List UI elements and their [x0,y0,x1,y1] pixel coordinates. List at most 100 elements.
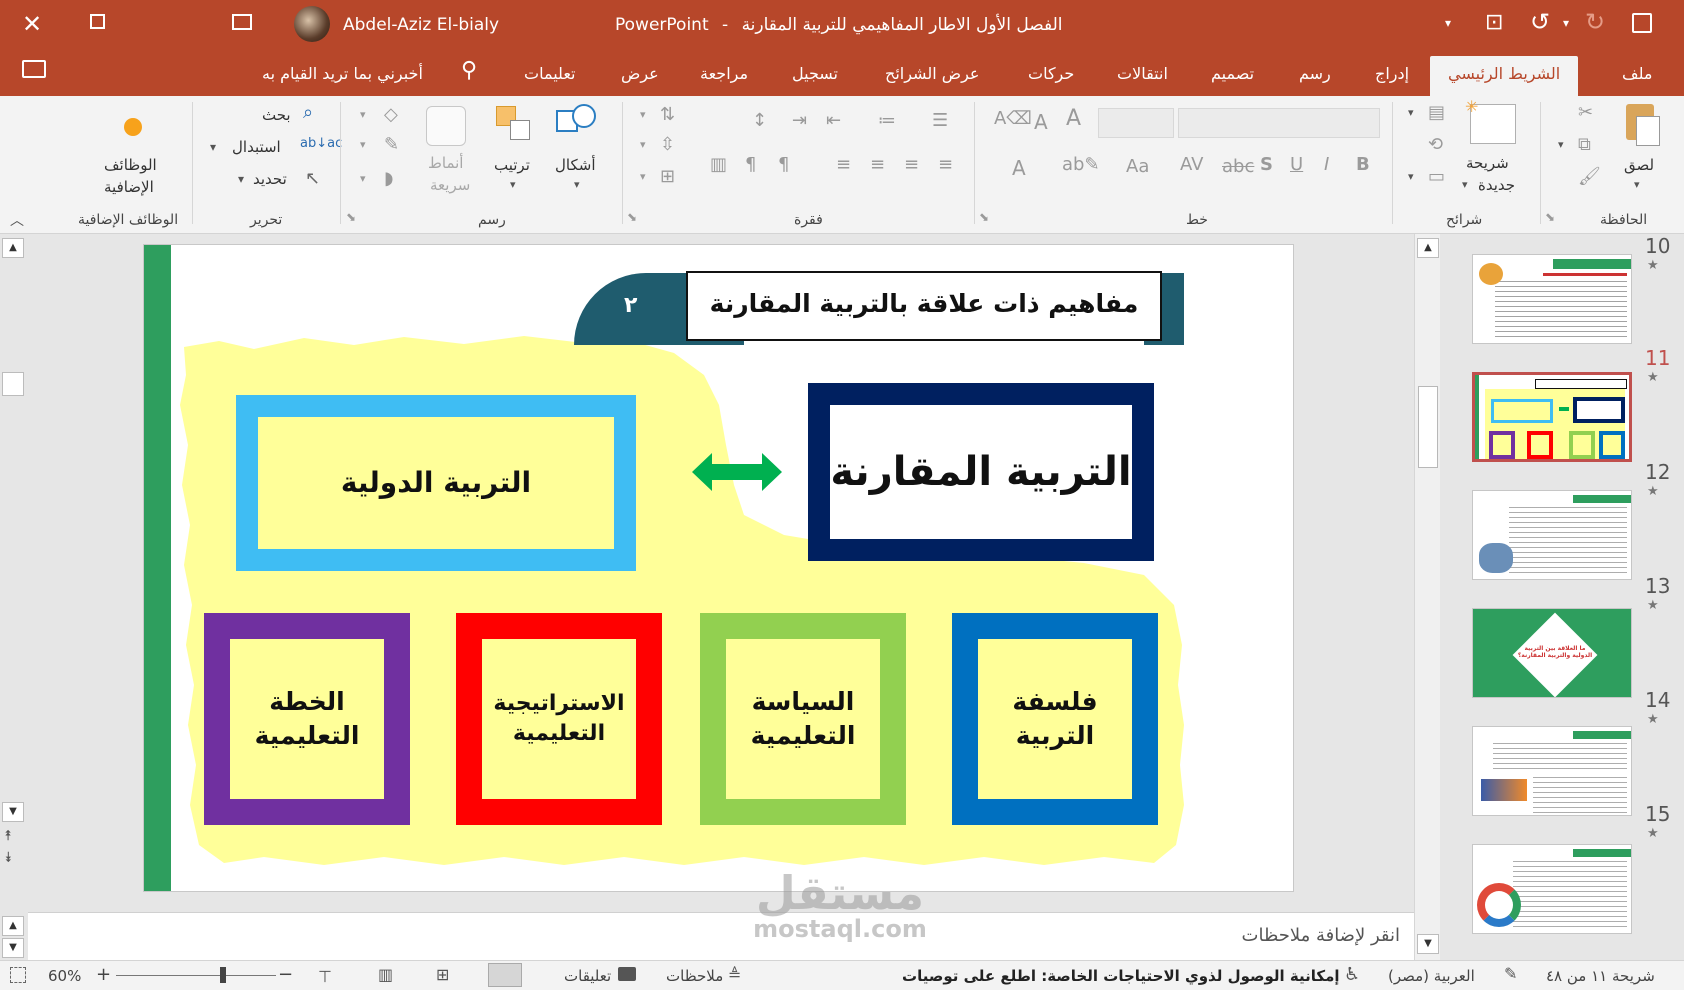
font-name-input[interactable] [1178,108,1380,138]
close-icon[interactable]: ✕ [22,10,42,38]
dialog-launcher-icon[interactable]: ⬊ [979,210,989,224]
ltr-icon[interactable]: ¶ [745,154,756,175]
presenter-icon[interactable]: ⊡ [1485,10,1503,35]
italic-icon[interactable]: I [1324,154,1329,175]
increase-font-icon[interactable]: A [1066,106,1081,131]
align-right-icon[interactable]: ≡ [938,154,953,175]
accessibility-icon[interactable]: ♿ [1344,964,1360,985]
addins-label-2[interactable]: الإضافية [104,178,154,196]
tell-me-search[interactable]: أخبرني بما تريد القيام به [262,64,423,83]
shapes-icon[interactable] [556,104,600,144]
shapes-button[interactable]: أشكال [555,156,596,174]
new-slide-icon[interactable]: ✳ [1465,97,1516,144]
dialog-launcher-icon[interactable]: ⬊ [1545,210,1555,224]
arrange-dropdown-icon[interactable]: ▾ [510,178,516,191]
dropdown-icon[interactable]: ▾ [360,172,366,185]
tab-home[interactable]: الشريط الرئيسي [1430,56,1579,96]
tab-review[interactable]: مراجعة [700,64,748,83]
paste-dropdown-icon[interactable]: ▾ [1634,178,1640,191]
section-icon[interactable]: ▭ [1428,166,1445,187]
highlight-icon[interactable]: ab✎ [1062,154,1100,175]
arrange-button[interactable]: ترتيب [494,156,530,174]
tab-file[interactable]: ملف [1622,64,1652,83]
dialog-launcher-icon[interactable]: ⬊ [627,210,637,224]
layout-icon[interactable]: ▤ [1428,102,1445,123]
slideshow-view-icon[interactable]: ⊤ [318,967,332,986]
scroll-up-icon[interactable]: ▲ [1417,238,1439,258]
dropdown-icon[interactable]: ▾ [360,138,366,151]
dropdown-icon[interactable]: ▾ [1408,170,1414,183]
paste-button[interactable]: لصق [1624,156,1654,174]
avatar[interactable] [294,6,330,42]
align-left-icon[interactable]: ≡ [870,154,885,175]
new-slide-label-1[interactable]: شريحة [1466,154,1509,172]
font-color-icon[interactable]: A [1012,156,1026,180]
replace-icon[interactable]: ab↓ac [300,136,342,151]
slide-canvas[interactable]: ٢ مفاهيم ذات علاقة بالتربية المقارنة الت… [143,244,1294,892]
collapse-ribbon-icon[interactable]: ︿ [10,210,24,230]
comments-status-icon[interactable] [618,967,636,981]
format-painter-icon[interactable]: 🖌 [1578,166,1601,187]
slide-thumbnail-current[interactable] [1472,372,1632,462]
decrease-indent-icon[interactable]: ⇤ [826,110,841,131]
addins-label-1[interactable]: الوظائف [104,156,157,174]
shape-outline-icon[interactable]: ✎ [384,134,399,155]
save-icon[interactable] [1632,13,1652,33]
change-case-icon[interactable]: Aa [1126,156,1149,177]
minimize-ribbon-display-icon[interactable] [232,14,252,30]
select-button[interactable]: تحديد [253,170,287,188]
decrease-font-icon[interactable]: A [1034,110,1048,134]
zoom-slider[interactable] [116,975,276,976]
columns-icon[interactable]: ▥ [710,154,727,175]
zoom-out-icon[interactable]: − [278,964,293,985]
scroll-down-icon[interactable]: ▼ [1417,934,1439,954]
new-slide-label-2[interactable]: جديدة [1478,176,1515,194]
clear-formatting-icon[interactable]: A⌫ [994,108,1032,129]
smartart-icon[interactable]: ⊞ [660,166,675,187]
cut-icon[interactable]: ✂ [1578,102,1593,123]
new-slide-dropdown-icon[interactable]: ▾ [1462,178,1468,191]
dropdown-icon[interactable]: ▾ [1558,138,1564,151]
zoom-in-icon[interactable]: + [96,964,111,985]
accessibility-status[interactable]: إمكانية الوصول لذوي الاحتياجات الخاصة: ا… [902,967,1340,985]
shape-fill-icon[interactable]: ◇ [384,104,398,125]
undo-dropdown-icon[interactable]: ▾ [1563,16,1569,30]
tab-design[interactable]: تصميم [1211,64,1254,83]
comments-button[interactable]: تعليقات [564,967,611,985]
dropdown-icon[interactable]: ▾ [640,108,646,121]
scroll-thumb[interactable] [2,372,24,396]
char-spacing-icon[interactable]: AV [1180,154,1203,175]
text-direction-icon[interactable]: ⇅ [660,104,675,125]
shape-effects-icon[interactable]: ◗ [384,168,393,189]
underline-icon[interactable]: U [1290,154,1303,175]
slide-thumbnail[interactable] [1472,844,1632,934]
copy-icon[interactable]: ⧉ [1578,134,1591,155]
find-button[interactable]: بحث [262,106,291,124]
bold-icon[interactable]: B [1356,154,1370,175]
select-cursor-icon[interactable]: ↖ [305,168,320,189]
addins-icon[interactable] [124,118,142,136]
language-status[interactable]: العربية (مصر) [1388,967,1475,985]
quick-styles-label-2[interactable]: سريعة [430,176,470,194]
undo-icon[interactable]: ↺ [1530,8,1550,36]
line-spacing-icon[interactable]: ↕ [752,110,767,131]
previous-slide-icon[interactable]: ⯭ [4,828,12,844]
tab-help[interactable]: تعليمات [524,64,575,83]
strikethrough-icon[interactable]: abc [1222,156,1254,177]
notes-button[interactable]: ملاحظات [666,967,723,985]
tab-draw[interactable]: رسم [1299,64,1331,83]
notes-pane[interactable]: انقر لإضافة ملاحظات [28,912,1414,960]
replace-button[interactable]: استبدال [232,138,281,156]
tab-transitions[interactable]: انتقالات [1117,64,1168,83]
quick-styles-icon[interactable] [426,106,466,146]
user-name[interactable]: Abdel-Aziz El-bialy [343,15,499,35]
fit-slide-icon[interactable] [10,967,26,983]
reset-icon[interactable]: ⟲ [1428,134,1443,155]
rtl-icon[interactable]: ¶ [778,154,789,175]
customize-toolbar-icon[interactable]: ▾ [1445,16,1451,30]
dialog-launcher-icon[interactable]: ⬊ [346,210,356,224]
arrange-icon[interactable] [496,106,532,142]
replace-dropdown-icon[interactable]: ▾ [210,140,216,154]
dropdown-icon[interactable]: ▾ [1408,106,1414,119]
dropdown-icon[interactable]: ▾ [640,138,646,151]
